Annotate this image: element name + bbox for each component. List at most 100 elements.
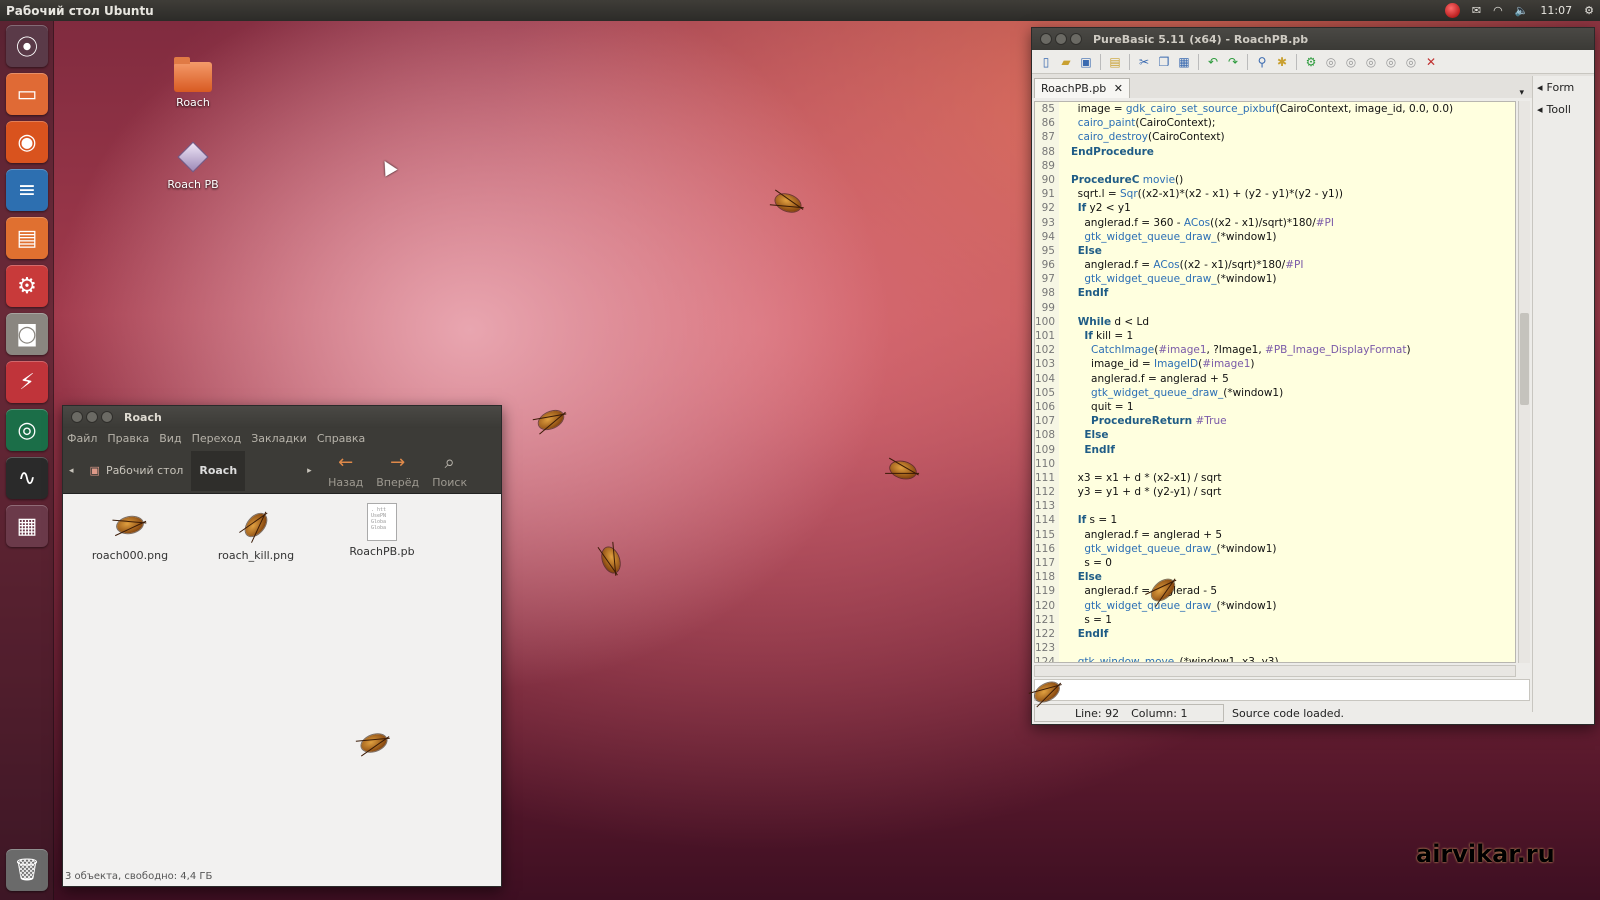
menu-bookmarks[interactable]: Закладки [251,432,307,445]
redo-icon[interactable]: ↷ [1225,54,1241,70]
maximize-icon[interactable] [101,411,113,423]
code-line[interactable]: 104 anglerad.f = anglerad + 5 [1035,371,1515,386]
code-line[interactable]: 85 image = gdk_cairo_set_source_pixbuf(C… [1035,102,1515,117]
code-line[interactable]: 89 [1035,158,1515,173]
breadcrumb-left-arrow-icon[interactable]: ◂ [69,466,74,476]
code-line[interactable]: 88 EndProcedure [1035,144,1515,159]
close-tab-icon[interactable]: ✕ [1114,82,1123,95]
back-button[interactable]: ← Назад [320,452,372,489]
desktop-icon-roach-pb[interactable]: Roach PB [148,140,238,191]
tab-dropdown-icon[interactable]: ▾ [1519,88,1524,98]
code-line[interactable]: 100 While d < Ld [1035,314,1515,329]
find-icon[interactable]: ⚲ [1254,54,1270,70]
code-line[interactable]: 117 s = 0 [1035,556,1515,571]
code-line[interactable]: 123 [1035,641,1515,656]
debugger-step-over-icon[interactable]: ◎ [1383,54,1399,70]
firefox-icon[interactable]: ◉ [6,121,48,163]
files-icon[interactable]: ▭ [6,73,48,115]
editor-vertical-scrollbar[interactable] [1518,101,1530,663]
app-icon[interactable]: ⚡ [6,361,48,403]
file-list[interactable]: roach000.png roach_kill.png . htt UsePN Gl… [63,495,501,868]
cut-icon[interactable]: ✂ [1136,54,1152,70]
dash-home-icon[interactable]: ⦿ [6,25,48,67]
menu-help[interactable]: Справка [317,432,365,445]
roach-sprite[interactable] [359,731,389,755]
code-line[interactable]: 107 ProcedureReturn #True [1035,414,1515,429]
code-line[interactable]: 119 anglerad.f = anglerad - 5 [1035,584,1515,599]
forward-button[interactable]: → Вперёд [372,452,424,489]
globe-icon[interactable]: ◎ [6,409,48,451]
code-line[interactable]: 114 If s = 1 [1035,513,1515,528]
new-file-icon[interactable]: ▯ [1038,54,1054,70]
breadcrumb-current[interactable]: Roach [191,450,246,491]
minimize-icon[interactable] [1055,33,1067,45]
roach-sprite[interactable] [773,191,803,215]
code-line[interactable]: 91 sqrt.l = Sqr((x2-x1)*(x2 - x1) + (y2 … [1035,187,1515,202]
code-line[interactable]: 108 Else [1035,428,1515,443]
volume-icon[interactable]: 🔈 [1515,4,1529,17]
code-line[interactable]: 122 EndIf [1035,626,1515,642]
debugger-step-out-icon[interactable]: ◎ [1403,54,1419,70]
debugger-continue-icon[interactable]: ◎ [1343,54,1359,70]
maximize-icon[interactable] [1070,33,1082,45]
code-line[interactable]: 98 EndIf [1035,286,1515,301]
code-line[interactable]: 92 If y2 < y1 [1035,201,1515,216]
roach-sprite[interactable] [535,407,567,433]
wifi-icon[interactable]: ◠ [1493,4,1503,17]
code-line[interactable]: 112 y3 = y1 + d * (y2-y1) / sqrt [1035,485,1515,500]
paste-icon[interactable]: ▦ [1176,54,1192,70]
menu-view[interactable]: Вид [159,432,181,445]
copy-icon[interactable]: ❐ [1156,54,1172,70]
menu-file[interactable]: Файл [67,432,97,445]
code-line[interactable]: 95 Else [1035,243,1515,259]
file-item[interactable]: roach000.png [75,507,185,562]
code-line[interactable]: 102 CatchImage(#image1, ?Image1, #PB_Ima… [1035,343,1515,358]
menu-edit[interactable]: Правка [107,432,149,445]
code-line[interactable]: 109 EndIf [1035,442,1515,457]
code-line[interactable]: 97 gtk_widget_queue_draw_(*window1) [1035,272,1515,287]
breadcrumb-home[interactable]: ▣ Рабочий стол [82,460,192,481]
workspace-switcher-icon[interactable]: ▦ [6,505,48,547]
code-line[interactable]: 93 anglerad.f = 360 - ACos((x2 - x1)/sqr… [1035,215,1515,230]
code-line[interactable]: 113 [1035,499,1515,514]
code-line[interactable]: 94 gtk_widget_queue_draw_(*window1) [1035,229,1515,244]
file-item[interactable]: . htt UsePN Globa Globa RoachPB.pb [327,503,437,558]
trash-icon[interactable]: 🗑 [6,849,48,891]
clock[interactable]: 11:07 [1540,4,1572,17]
code-line[interactable]: 115 anglerad.f = anglerad + 5 [1035,527,1515,542]
output-panel[interactable] [1034,679,1530,701]
code-line[interactable]: 99 [1035,300,1515,315]
mail-icon[interactable]: ✉ [1472,4,1481,17]
search-button[interactable]: ⌕ Поиск [424,452,476,489]
settings-gear-icon[interactable]: ⚙ [1584,4,1594,17]
code-line[interactable]: 105 gtk_widget_queue_draw_(*window1) [1035,385,1515,400]
minimize-icon[interactable] [86,411,98,423]
file-item[interactable]: roach_kill.png [201,507,311,562]
editor-horizontal-scrollbar[interactable] [1034,665,1516,677]
desktop-icon-roach[interactable]: Roach [148,57,238,109]
code-line[interactable]: 87 cairo_destroy(CairoContext) [1035,130,1515,145]
debugger-step-icon[interactable]: ◎ [1363,54,1379,70]
save-icon[interactable]: ▣ [1078,54,1094,70]
code-line[interactable]: 120 gtk_widget_queue_draw_(*window1) [1035,598,1515,613]
code-line[interactable]: 111 x3 = x1 + d * (x2-x1) / sqrt [1035,470,1515,486]
compile-run-icon[interactable]: ⚙ [1303,54,1319,70]
menu-go[interactable]: Переход [192,432,242,445]
code-line[interactable]: 96 anglerad.f = ACos((x2 - x1)/sqrt)*180… [1035,258,1515,273]
code-line[interactable]: 106 quit = 1 [1035,399,1515,415]
software-center-icon[interactable]: ▤ [6,217,48,259]
debugger-pause-icon[interactable]: ◎ [1323,54,1339,70]
code-line[interactable]: 121 s = 1 [1035,612,1515,627]
code-line[interactable]: 110 [1035,456,1515,471]
close-icon[interactable] [1040,33,1052,45]
file-manager-titlebar[interactable]: Roach [63,406,501,428]
close-icon[interactable] [71,411,83,423]
purebasic-titlebar[interactable]: PureBasic 5.11 (x64) - RoachPB.pb [1032,28,1594,50]
kill-program-icon[interactable]: ✕ [1423,54,1439,70]
open-file-icon[interactable]: ▰ [1058,54,1074,70]
code-line[interactable]: 116 gtk_widget_queue_draw_(*window1) [1035,541,1515,556]
close-file-icon[interactable]: ▤ [1107,54,1123,70]
code-line[interactable]: 118 Else [1035,570,1515,585]
code-line[interactable]: 101 If kill = 1 [1035,329,1515,344]
code-line[interactable]: 103 image_id = ImageID(#image1) [1035,357,1515,372]
